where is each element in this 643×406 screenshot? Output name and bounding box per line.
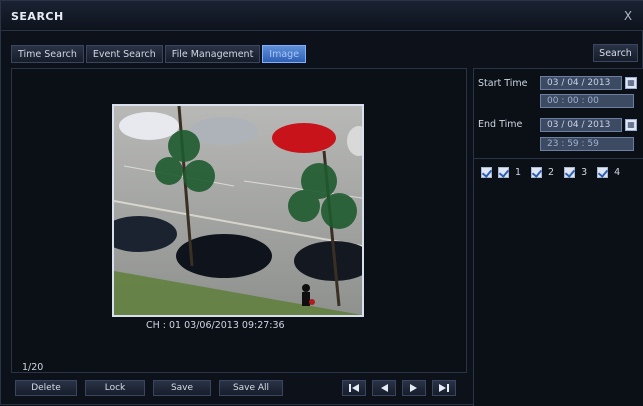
- tabs: Time Search Event Search File Management…: [11, 45, 307, 63]
- channel-2-label: 2: [548, 167, 555, 178]
- end-time-label: End Time: [478, 119, 523, 130]
- window-title: SEARCH: [11, 10, 64, 23]
- first-icon[interactable]: [342, 380, 366, 396]
- next-icon[interactable]: [402, 380, 426, 396]
- prev-icon-glyph: [381, 384, 388, 392]
- lock-button[interactable]: Lock: [85, 380, 145, 396]
- start-time-field[interactable]: 00 : 00 : 00: [540, 94, 634, 108]
- end-date-field[interactable]: 03 / 04 / 2013: [540, 118, 622, 132]
- title-bar: SEARCH X: [1, 1, 643, 31]
- divider: [473, 158, 643, 159]
- channel-checkboxes: 1 2 3 4: [481, 167, 624, 178]
- image-counter: 1/20: [22, 362, 44, 373]
- image-caption: CH : 01 03/06/2013 09:27:36: [146, 320, 285, 331]
- end-time-field[interactable]: 23 : 59 : 59: [540, 137, 634, 151]
- close-icon[interactable]: X: [620, 8, 636, 24]
- calendar-icon[interactable]: ▦: [625, 119, 637, 131]
- parking-lot-image: [114, 106, 362, 315]
- tab-time-search[interactable]: Time Search: [11, 45, 84, 63]
- last-icon-glyph: [439, 384, 449, 392]
- save-all-button[interactable]: Save All: [219, 380, 283, 396]
- delete-button[interactable]: Delete: [15, 380, 77, 396]
- channel-1-label: 1: [515, 167, 522, 178]
- last-icon[interactable]: [432, 380, 456, 396]
- tab-image[interactable]: Image: [262, 45, 307, 63]
- channel-3-checkbox[interactable]: [564, 167, 576, 178]
- image-navigation: [342, 380, 456, 396]
- channel-3-label: 3: [581, 167, 588, 178]
- start-time-label: Start Time: [478, 78, 528, 89]
- channel-1-checkbox[interactable]: [498, 167, 509, 178]
- channel-4-checkbox[interactable]: [597, 167, 609, 178]
- tab-event-search[interactable]: Event Search: [85, 45, 163, 63]
- first-icon-glyph: [349, 384, 359, 392]
- prev-icon[interactable]: [372, 380, 396, 396]
- search-window: SEARCH X Time Search Event Search File M…: [0, 0, 643, 406]
- select-all-checkbox[interactable]: [481, 167, 492, 178]
- start-date-field[interactable]: 03 / 04 / 2013: [540, 76, 622, 90]
- search-button[interactable]: Search: [593, 44, 638, 62]
- save-button[interactable]: Save: [153, 380, 211, 396]
- snapshot-image: [112, 104, 364, 317]
- next-icon-glyph: [410, 384, 417, 392]
- tab-file-management[interactable]: File Management: [164, 45, 261, 63]
- calendar-icon[interactable]: ▦: [625, 77, 637, 89]
- action-buttons: Delete Lock Save Save All: [15, 380, 283, 396]
- channel-4-label: 4: [614, 167, 621, 178]
- channel-2-checkbox[interactable]: [531, 167, 543, 178]
